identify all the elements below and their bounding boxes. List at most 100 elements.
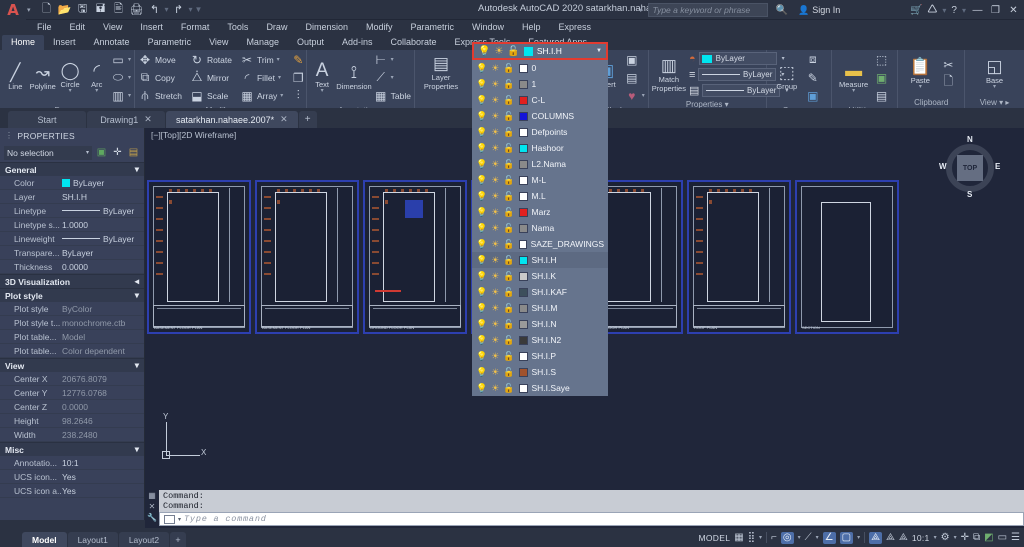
compass-north-label[interactable]: N [967,135,973,144]
unlock-icon[interactable]: 🔓 [503,207,514,218]
print-icon[interactable]: 🖨 [129,2,145,18]
annotation-scale-label[interactable]: 10:1 [912,533,930,543]
polar-caret-icon[interactable]: ▾ [816,534,819,541]
lightbulb-icon[interactable]: 💡 [476,351,487,362]
workspace-caret-icon[interactable]: ▾ [954,534,957,541]
ortho-caret-icon[interactable]: ▾ [798,534,801,541]
draw-hatch-button[interactable]: ▥ ▾ [111,87,131,104]
select-objects-icon[interactable]: ✛ [111,147,124,158]
sun-icon[interactable]: ☀ [491,191,499,202]
paste-caret-icon[interactable]: ▾ [919,85,922,90]
menu-help[interactable]: Help [513,20,550,35]
sun-icon[interactable]: ☀ [491,159,499,170]
layer-color-swatch[interactable] [519,144,528,153]
unlock-icon[interactable]: 🔓 [503,287,514,298]
layer-item-5[interactable]: 💡 ☀ 🔓 Hashoor [472,140,608,156]
paste-button[interactable]: 📋 Paste ▾ [901,58,939,90]
restore-button[interactable]: ❐ [989,5,1002,16]
modify-move-button[interactable]: ✥ Move [138,51,182,68]
tab-add-ins[interactable]: Add-ins [333,35,382,50]
hatch-caret-icon[interactable]: ▾ [128,92,131,99]
layer-item-6[interactable]: 💡 ☀ 🔓 L2.Nama [472,156,608,172]
layer-color-swatch[interactable] [519,336,528,345]
application-menu-button[interactable]: A [0,0,26,20]
grip-icon[interactable]: ▦ [148,491,156,500]
close-icon[interactable]: ✕ [280,114,288,125]
unlock-icon[interactable]: 🔓 [503,239,514,250]
prop-row-ucs-icon-at-origin[interactable]: UCS icon a... Yes [0,484,144,498]
autodesk-app-store-icon[interactable]: 🛒 [910,5,922,16]
menu-edit[interactable]: Edit [61,20,95,35]
sun-icon[interactable]: ☀ [491,287,499,298]
sun-icon[interactable]: ☀ [491,143,499,154]
annotation-leader-button[interactable]: ⟋ ▾ [374,69,411,86]
lightbulb-icon[interactable]: 💡 [476,271,487,282]
sheet-7[interactable]: SECTION [795,180,899,334]
cut-button[interactable]: ✂ [941,56,955,73]
prop-row-color[interactable]: Color ByLayer [0,176,144,190]
grip-icon[interactable]: ⋮ [5,131,13,140]
unlock-icon[interactable]: 🔓 [503,303,514,314]
compass-south-label[interactable]: S [967,190,972,199]
draw-circle-button[interactable]: ◯ Circle ▾ [58,62,83,94]
unlock-icon[interactable]: 🔓 [503,367,514,378]
layout-tab-layout1[interactable]: Layout1 [68,532,118,547]
lightbulb-icon[interactable]: 💡 [476,95,487,106]
qat-customize-icon[interactable]: ▼ [195,5,203,14]
tab-insert[interactable]: Insert [44,35,85,50]
lightbulb-icon[interactable]: 💡 [476,175,487,186]
prop-row-ucs-icon-on[interactable]: UCS icon... Yes [0,470,144,484]
layer-item-1[interactable]: 💡 ☀ 🔓 1 [472,76,608,92]
modify-erase-button[interactable]: ⫶ [291,87,305,104]
new-layout-button[interactable]: + [170,532,186,547]
draw-arc-button[interactable]: ◜ Arc ▾ [84,62,109,94]
menu-format[interactable]: Format [172,20,219,35]
copy-clip-button[interactable]: 🗋 [941,74,955,91]
layer-color-swatch[interactable] [519,192,528,201]
help-icon[interactable]: ? [951,5,957,16]
doc-tab-drawing1[interactable]: Drawing1 ✕ [87,111,165,128]
grid-display-icon[interactable]: ▦ [734,533,743,543]
prop-row-center-z[interactable]: Center Z 0.0000 [0,400,144,414]
sun-icon[interactable]: ☀ [491,63,499,74]
modify-copy-button[interactable]: ⧉ Copy [138,69,182,86]
layer-item-19[interactable]: 💡 ☀ 🔓 SH.I.S [472,364,608,380]
lightbulb-icon[interactable]: 💡 [478,46,490,57]
tab-parametric[interactable]: Parametric [139,35,201,50]
customization-icon[interactable]: ⚙ [941,533,950,543]
leader-caret-icon[interactable]: ▾ [391,74,394,81]
sheet-6[interactable]: ROOF PLAN [687,180,791,334]
lineweight-control[interactable]: ByLayer [698,68,776,81]
unlock-icon[interactable]: 🔓 [503,319,514,330]
text-caret-icon[interactable]: ▾ [321,89,324,94]
selection-combo[interactable]: No selection ▾ [4,146,92,160]
sun-icon[interactable]: ☀ [491,111,499,122]
sun-icon[interactable]: ☀ [491,271,499,282]
unlock-icon[interactable]: 🔓 [507,46,519,57]
prop-row-plot-table-attached[interactable]: Plot table... Model [0,330,144,344]
redo-caret-icon[interactable]: ▾ [189,5,193,14]
help-caret-icon[interactable]: ▾ [962,6,966,15]
sun-icon[interactable]: ☀ [491,95,499,106]
sun-icon[interactable]: ☀ [491,335,499,346]
panel-view-title[interactable]: View ▾ ▸ [965,97,1024,108]
layer-color-swatch[interactable] [519,96,528,105]
snap-caret-icon[interactable]: ▾ [759,534,762,541]
new-icon[interactable]: 🗋 [39,2,55,18]
compass-west-label[interactable]: W [939,162,947,171]
prop-row-height[interactable]: Height 98.2646 [0,414,144,428]
layer-color-swatch[interactable] [519,112,528,121]
scale-caret-icon[interactable]: ▾ [934,534,937,541]
command-input-icon[interactable] [164,515,175,524]
tab-manage[interactable]: Manage [237,35,288,50]
layer-item-2[interactable]: 💡 ☀ 🔓 C-L [472,92,608,108]
tab-home[interactable]: Home [2,35,44,50]
modify-scale-button[interactable]: ⬓ Scale [190,87,232,104]
linetype-icon[interactable]: ▤ [689,84,699,97]
lightbulb-icon[interactable]: 💡 [476,63,487,74]
transparency-icon[interactable]: ⟁ [899,533,908,543]
annotation-table-button[interactable]: ▦ Table [374,87,411,104]
sheet-1[interactable]: BASEMENT FLOOR PLAN [147,180,251,334]
isometric-drafting-icon[interactable]: ∠ [823,532,836,544]
menu-tools[interactable]: Tools [218,20,257,35]
